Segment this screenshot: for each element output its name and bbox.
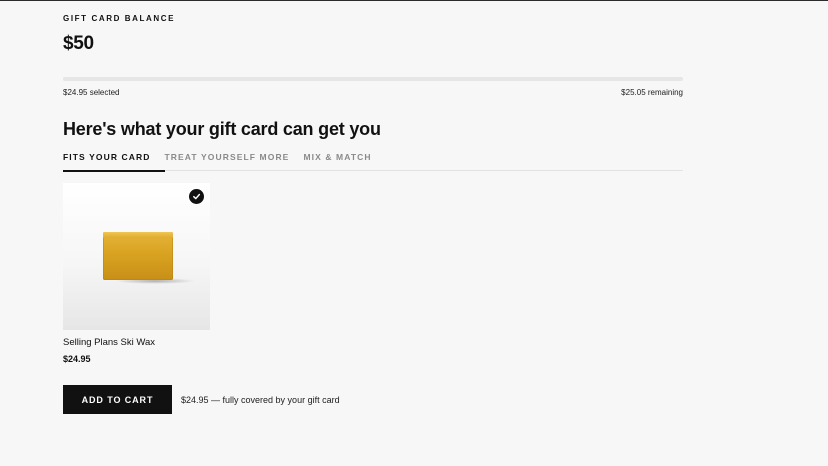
- remaining-amount: $25.05 remaining: [621, 88, 683, 97]
- selected-amount: $24.95 selected: [63, 88, 120, 97]
- top-border: [0, 0, 828, 1]
- product-image-ski-wax: [103, 232, 173, 280]
- add-to-cart-button[interactable]: ADD TO CART: [63, 385, 172, 414]
- section-heading: Here's what your gift card can get you: [63, 119, 381, 139]
- progress-labels: $24.95 selected $25.05 remaining: [63, 88, 683, 97]
- tab-mix-and-match[interactable]: MIX & MATCH: [303, 150, 371, 171]
- coverage-note: $24.95 — fully covered by your gift card: [181, 395, 340, 405]
- check-circle-icon[interactable]: [189, 189, 204, 204]
- tab-treat-yourself-more[interactable]: TREAT YOURSELF MORE: [165, 150, 290, 171]
- balance-progress-bar: [63, 77, 683, 81]
- tab-fits-your-card[interactable]: FITS YOUR CARD: [63, 150, 165, 172]
- product-name[interactable]: Selling Plans Ski Wax: [63, 337, 155, 348]
- product-card[interactable]: [63, 183, 210, 330]
- balance-eyebrow: GIFT CARD BALANCE: [63, 14, 176, 23]
- balance-progress-fill: [63, 77, 373, 81]
- balance-amount: $50: [63, 33, 94, 54]
- recommendation-tabs: FITS YOUR CARD TREAT YOURSELF MORE MIX &…: [63, 150, 683, 172]
- product-price: $24.95: [63, 354, 91, 364]
